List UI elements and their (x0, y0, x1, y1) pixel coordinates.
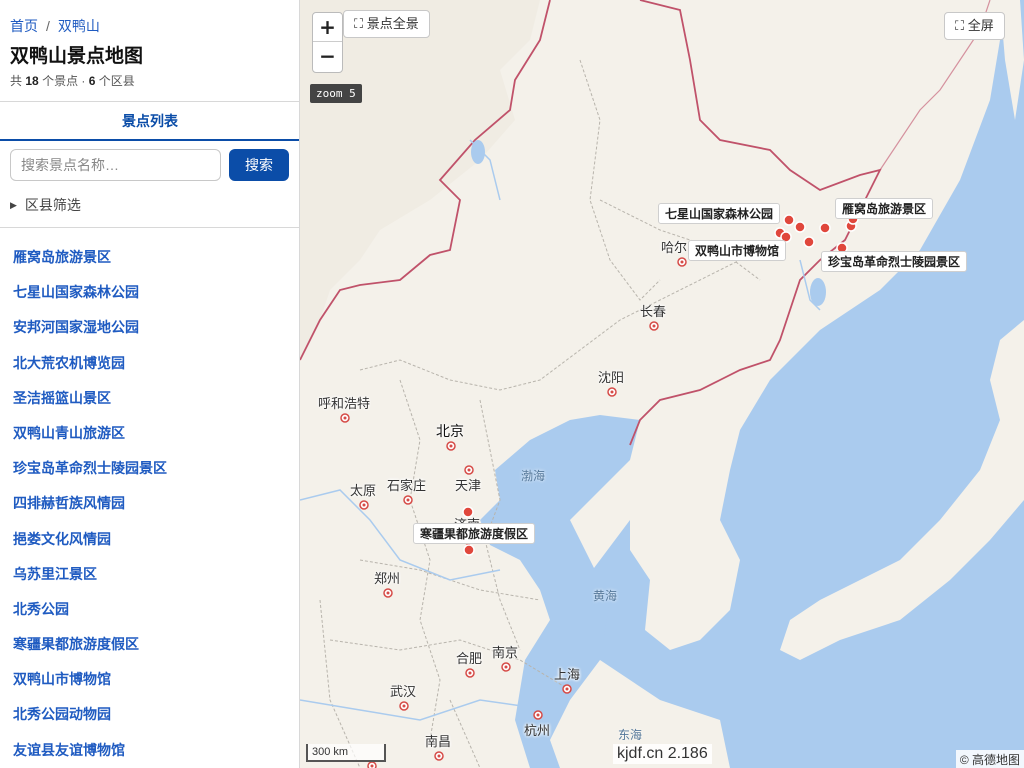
poi-list-item[interactable]: 圣洁摇篮山景区 (13, 381, 167, 416)
spot-count: 18 (25, 74, 39, 88)
poi-list-item[interactable]: 挹娄文化风情园 (13, 522, 167, 557)
district-unit: 个区县 (98, 74, 135, 88)
city-label: 沈阳 (598, 370, 625, 385)
divider (0, 227, 299, 228)
district-count: 6 (88, 74, 96, 88)
district-filter-label: 区县筛选 (24, 197, 81, 213)
fit-all-button[interactable]: ⛶ 景点全景 (343, 10, 430, 38)
poi-list-item[interactable]: 北秀公园动物园 (13, 697, 167, 732)
poi-list-item[interactable]: 寒疆果都旅游度假区 (13, 627, 167, 662)
city-label: 郑州 (374, 571, 401, 586)
breadcrumb-home-link[interactable]: 首页 (10, 18, 38, 34)
search-input[interactable] (10, 149, 221, 181)
page-title: 双鸭山景点地图 (10, 46, 144, 67)
caret-right-icon: ▶ (10, 200, 17, 210)
city-label: 上海 (554, 667, 581, 682)
poi-map-label[interactable]: 寒疆果都旅游度假区 (413, 523, 536, 544)
poi-map-label[interactable]: 七星山国家森林公园 (658, 203, 781, 224)
poi-list-item[interactable]: 双鸭山青山旅游区 (13, 416, 167, 451)
city-label: 南昌 (425, 734, 452, 749)
scale-bar: 300 km (306, 744, 386, 762)
sidebar: 首页 / 双鸭山 双鸭山景点地图 共 18 个景点 · 6 个区县 景点列表 搜索 … (0, 0, 300, 768)
sea-label: 渤海 (521, 469, 546, 483)
city-label: 武汉 (390, 684, 417, 699)
poi-list-item[interactable]: 安邦河国家湿地公园 (13, 310, 167, 345)
poi-map-label[interactable]: 雁窝岛旅游景区 (835, 198, 934, 219)
city-label: 合肥 (456, 651, 483, 666)
search-button[interactable]: 搜索 (229, 149, 289, 181)
poi-list-item[interactable]: 乌苏里江景区 (13, 557, 167, 592)
summary-text: 共 18 个景点 · 6 个区县 (10, 72, 135, 89)
spot-unit: 个景点 · (42, 74, 86, 88)
city-label: 南京 (492, 645, 519, 660)
city-label: 长春 (640, 304, 667, 319)
breadcrumb-current-link[interactable]: 双鸭山 (58, 18, 100, 34)
poi-map-label[interactable]: 珍宝岛革命烈士陵园景区 (821, 251, 968, 272)
poi-list-item[interactable]: 雁窝岛旅游景区 (13, 240, 167, 275)
city-label: 呼和浩特 (318, 396, 371, 411)
city-label: 石家庄 (387, 478, 427, 493)
city-label: 杭州 (524, 723, 551, 738)
poi-list-item[interactable]: 北大荒农机博览园 (13, 346, 167, 381)
poi-map-label[interactable]: 双鸭山市博物馆 (688, 240, 787, 261)
district-filter-toggle[interactable]: ▶ 区县筛选 (10, 195, 81, 215)
poi-list-item[interactable]: 七星山国家森林公园 (13, 275, 167, 310)
breadcrumb-separator: / (46, 18, 50, 34)
sea-label: 东海 (618, 728, 643, 742)
city-label: 哈尔 (661, 240, 688, 255)
city-label: 太原 (350, 483, 377, 498)
map-base (300, 0, 1024, 768)
sea-label: 黄海 (593, 589, 618, 603)
city-label: 天津 (455, 478, 482, 493)
zoom-level-badge: zoom 5 (310, 84, 362, 103)
poi-list-item[interactable]: 珍宝岛革命烈士陵园景区 (13, 451, 167, 486)
city-label: 北京 (436, 423, 464, 439)
fullscreen-button[interactable]: ⛶ 全屏 (944, 12, 1005, 40)
map-attribution[interactable]: © 高德地图 (955, 750, 1024, 768)
watermark: kjdf.cn 2.186 (613, 744, 712, 764)
summary-prefix: 共 (10, 74, 23, 88)
map-view[interactable]: 哈尔 长春 沈阳 呼和浩特 北京 天津 石家庄 太原 济南 郑州 合肥 南京 上… (300, 0, 1024, 768)
poi-list-item[interactable]: 友谊县友谊博物馆 (13, 733, 167, 768)
breadcrumb: 首页 / 双鸭山 (10, 16, 100, 36)
poi-list: 雁窝岛旅游景区 七星山国家森林公园 安邦河国家湿地公园 北大荒农机博览园 圣洁摇… (13, 240, 167, 768)
tab-poi-list[interactable]: 景点列表 (0, 101, 299, 141)
poi-list-item[interactable]: 北秀公园 (13, 592, 167, 627)
zoom-out-button[interactable]: − (313, 42, 342, 71)
poi-list-item[interactable]: 双鸭山市博物馆 (13, 662, 167, 697)
zoom-in-button[interactable]: + (313, 13, 342, 42)
zoom-control: + − (312, 12, 343, 73)
poi-list-item[interactable]: 四排赫哲族风情园 (13, 486, 167, 521)
